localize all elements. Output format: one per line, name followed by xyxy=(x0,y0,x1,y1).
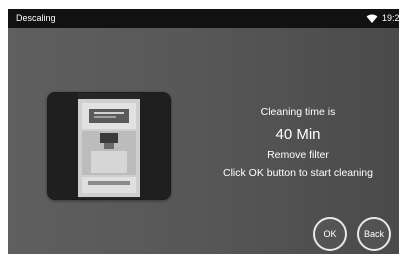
ok-button[interactable]: OK xyxy=(313,217,347,251)
cleaning-time-label: Cleaning time is xyxy=(260,106,336,118)
status-time: 19:2 xyxy=(382,13,399,23)
coffee-machine-illustration xyxy=(48,93,170,199)
start-instruction: Click OK button to start cleaning xyxy=(223,167,373,179)
status-title: Descaling xyxy=(16,13,56,23)
descaling-screen: Descaling 19:2 Cleaning time is 40 Min R… xyxy=(8,9,399,254)
wifi-icon xyxy=(366,14,378,23)
coffee-machine-image xyxy=(47,92,171,200)
cleaning-info: Cleaning time is 40 Min Remove filter Cl… xyxy=(168,104,399,181)
back-button[interactable]: Back xyxy=(357,217,391,251)
remove-filter-text: Remove filter xyxy=(267,149,329,161)
cleaning-duration: 40 Min xyxy=(275,126,321,143)
status-bar: Descaling 19:2 xyxy=(8,9,399,28)
